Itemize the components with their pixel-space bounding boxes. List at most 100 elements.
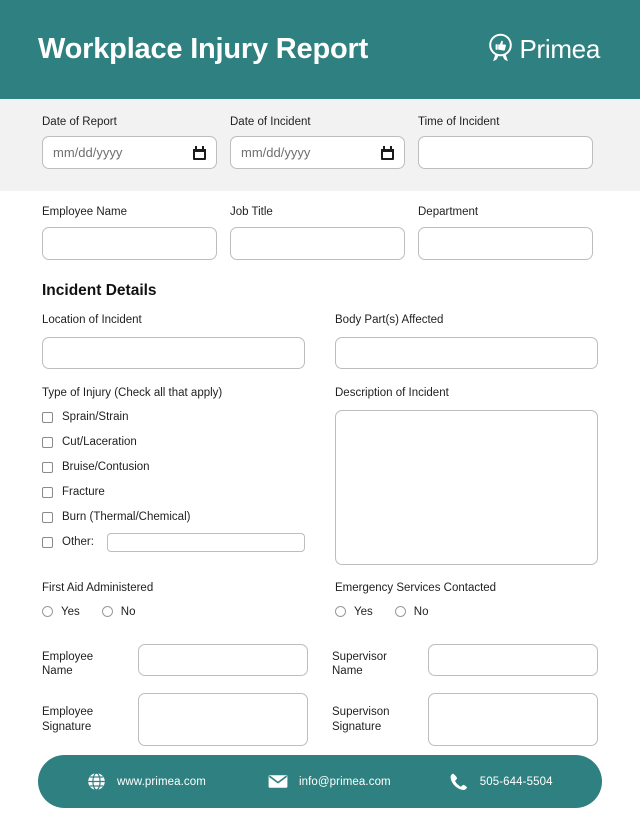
- report-dates-section: Date of Report mm/dd/yyyy Date of Incide…: [0, 99, 640, 191]
- field-employee-name: Employee Name: [42, 205, 217, 259]
- field-employee-signature: Employee Signature: [42, 693, 308, 746]
- date-of-incident-placeholder: mm/dd/yyyy: [241, 145, 310, 160]
- checkbox-other[interactable]: [42, 537, 53, 548]
- first-aid-group: First Aid Administered Yes No: [42, 582, 305, 618]
- label-cut-laceration: Cut/Laceration: [62, 436, 137, 448]
- label-body-part-affected: Body Part(s) Affected: [335, 314, 598, 326]
- label-date-of-report: Date of Report: [42, 115, 217, 129]
- input-employee-signature[interactable]: [138, 693, 308, 746]
- employee-info-section: Employee Name Job Title Department Incid…: [0, 191, 640, 746]
- label-type-of-injury: Type of Injury (Check all that apply): [42, 387, 305, 399]
- date-of-report-placeholder: mm/dd/yyyy: [53, 145, 122, 160]
- supervisor-signature-column: Supervisor Name Supervison Signature: [332, 644, 598, 746]
- input-time-of-incident[interactable]: [418, 136, 593, 169]
- injury-type-group: Type of Injury (Check all that apply) Sp…: [42, 387, 305, 565]
- textarea-description-of-incident[interactable]: [335, 410, 598, 565]
- employee-signature-column: Employee Name Employee Signature: [42, 644, 308, 746]
- field-supervisor-signature: Supervison Signature: [332, 693, 598, 746]
- label-emergency-yes: Yes: [354, 606, 373, 618]
- label-first-aid-no: No: [121, 606, 136, 618]
- field-time-of-incident: Time of Incident: [418, 115, 593, 169]
- incident-middle-row: Type of Injury (Check all that apply) Sp…: [42, 387, 598, 565]
- checkbox-row-cut-laceration[interactable]: Cut/Laceration: [42, 435, 305, 450]
- field-date-of-incident: Date of Incident mm/dd/yyyy: [230, 115, 405, 169]
- footer-email[interactable]: info@primea.com: [268, 772, 391, 792]
- checkbox-cut-laceration[interactable]: [42, 437, 53, 448]
- label-fracture: Fracture: [62, 486, 105, 498]
- radio-emergency-yes[interactable]: Yes: [335, 606, 373, 618]
- input-location-of-incident[interactable]: [42, 337, 305, 369]
- label-job-title: Job Title: [230, 205, 405, 219]
- label-employee-sig-line1: Employee: [42, 706, 93, 718]
- radio-emergency-no[interactable]: No: [395, 606, 429, 618]
- globe-icon: [86, 772, 106, 792]
- field-employee-name-signature: Employee Name: [42, 644, 308, 679]
- phone-icon: [449, 772, 469, 792]
- input-body-part-affected[interactable]: [335, 337, 598, 369]
- label-date-of-incident: Date of Incident: [230, 115, 405, 129]
- checkbox-row-fracture[interactable]: Fracture: [42, 485, 305, 500]
- incident-details-heading: Incident Details: [42, 282, 598, 300]
- brand-logo: Primea: [487, 33, 600, 67]
- input-supervisor-name-signature[interactable]: [428, 644, 598, 676]
- label-employee-sig-line2: Signature: [42, 721, 91, 733]
- input-department[interactable]: [418, 227, 593, 260]
- field-date-of-report: Date of Report mm/dd/yyyy: [42, 115, 217, 169]
- label-other: Other:: [62, 536, 94, 548]
- input-date-of-report[interactable]: mm/dd/yyyy: [42, 136, 217, 169]
- radio-button-emergency-no[interactable]: [395, 606, 406, 617]
- footer-phone-text: 505-644-5504: [480, 776, 553, 788]
- footer-website-text: www.primea.com: [117, 776, 206, 788]
- input-supervisor-signature[interactable]: [428, 693, 598, 746]
- checkbox-row-bruise-contusion[interactable]: Bruise/Contusion: [42, 460, 305, 475]
- field-department: Department: [418, 205, 593, 259]
- input-employee-name-signature[interactable]: [138, 644, 308, 676]
- checkbox-fracture[interactable]: [42, 487, 53, 498]
- radio-button-emergency-yes[interactable]: [335, 606, 346, 617]
- field-description-of-incident: Description of Incident: [335, 387, 598, 565]
- checkbox-burn[interactable]: [42, 512, 53, 523]
- checkbox-sprain-strain[interactable]: [42, 412, 53, 423]
- input-other-injury[interactable]: [107, 533, 305, 552]
- page-footer: www.primea.com info@primea.com 505-644-5…: [38, 755, 602, 808]
- label-location-of-incident: Location of Incident: [42, 314, 305, 326]
- checkbox-row-burn[interactable]: Burn (Thermal/Chemical): [42, 510, 305, 525]
- label-supervisor-sig-line1: Supervison: [332, 706, 390, 718]
- footer-website[interactable]: www.primea.com: [86, 772, 206, 792]
- envelope-icon: [268, 772, 288, 792]
- label-bruise-contusion: Bruise/Contusion: [62, 461, 150, 473]
- field-job-title: Job Title: [230, 205, 405, 259]
- checkbox-row-other[interactable]: Other:: [42, 535, 305, 550]
- footer-phone[interactable]: 505-644-5504: [449, 772, 553, 792]
- label-department: Department: [418, 205, 593, 219]
- label-supervisor-sig-line2: Signature: [332, 721, 381, 733]
- checkbox-bruise-contusion[interactable]: [42, 462, 53, 473]
- checkbox-row-sprain-strain[interactable]: Sprain/Strain: [42, 410, 305, 425]
- label-time-of-incident: Time of Incident: [418, 115, 593, 129]
- field-supervisor-name-signature: Supervisor Name: [332, 644, 598, 679]
- label-supervisor-name-sig: Supervisor Name: [332, 644, 416, 679]
- input-employee-name[interactable]: [42, 227, 217, 260]
- brand-name: Primea: [519, 34, 600, 65]
- radio-button-first-aid-no[interactable]: [102, 606, 113, 617]
- label-employee-name-line2: Name: [42, 665, 73, 677]
- field-body-part-affected: Body Part(s) Affected: [335, 314, 598, 369]
- page-title: Workplace Injury Report: [38, 35, 368, 64]
- label-description-of-incident: Description of Incident: [335, 387, 598, 399]
- label-burn: Burn (Thermal/Chemical): [62, 511, 190, 523]
- input-date-of-incident[interactable]: mm/dd/yyyy: [230, 136, 405, 169]
- calendar-icon[interactable]: [381, 146, 394, 160]
- signatures-section: Employee Name Employee Signature Supervi…: [42, 644, 598, 746]
- label-employee-name-sig: Employee Name: [42, 644, 126, 679]
- calendar-icon[interactable]: [193, 146, 206, 160]
- radio-first-aid-no[interactable]: No: [102, 606, 136, 618]
- input-job-title[interactable]: [230, 227, 405, 260]
- incident-top-row: Location of Incident Body Part(s) Affect…: [42, 314, 598, 369]
- label-emergency-no: No: [414, 606, 429, 618]
- badge-thumbs-up-icon: [487, 33, 514, 67]
- page-header: Workplace Injury Report Primea: [0, 0, 640, 99]
- radio-button-first-aid-yes[interactable]: [42, 606, 53, 617]
- label-employee-signature: Employee Signature: [42, 693, 126, 734]
- radio-first-aid-yes[interactable]: Yes: [42, 606, 80, 618]
- label-employee-name: Employee Name: [42, 205, 217, 219]
